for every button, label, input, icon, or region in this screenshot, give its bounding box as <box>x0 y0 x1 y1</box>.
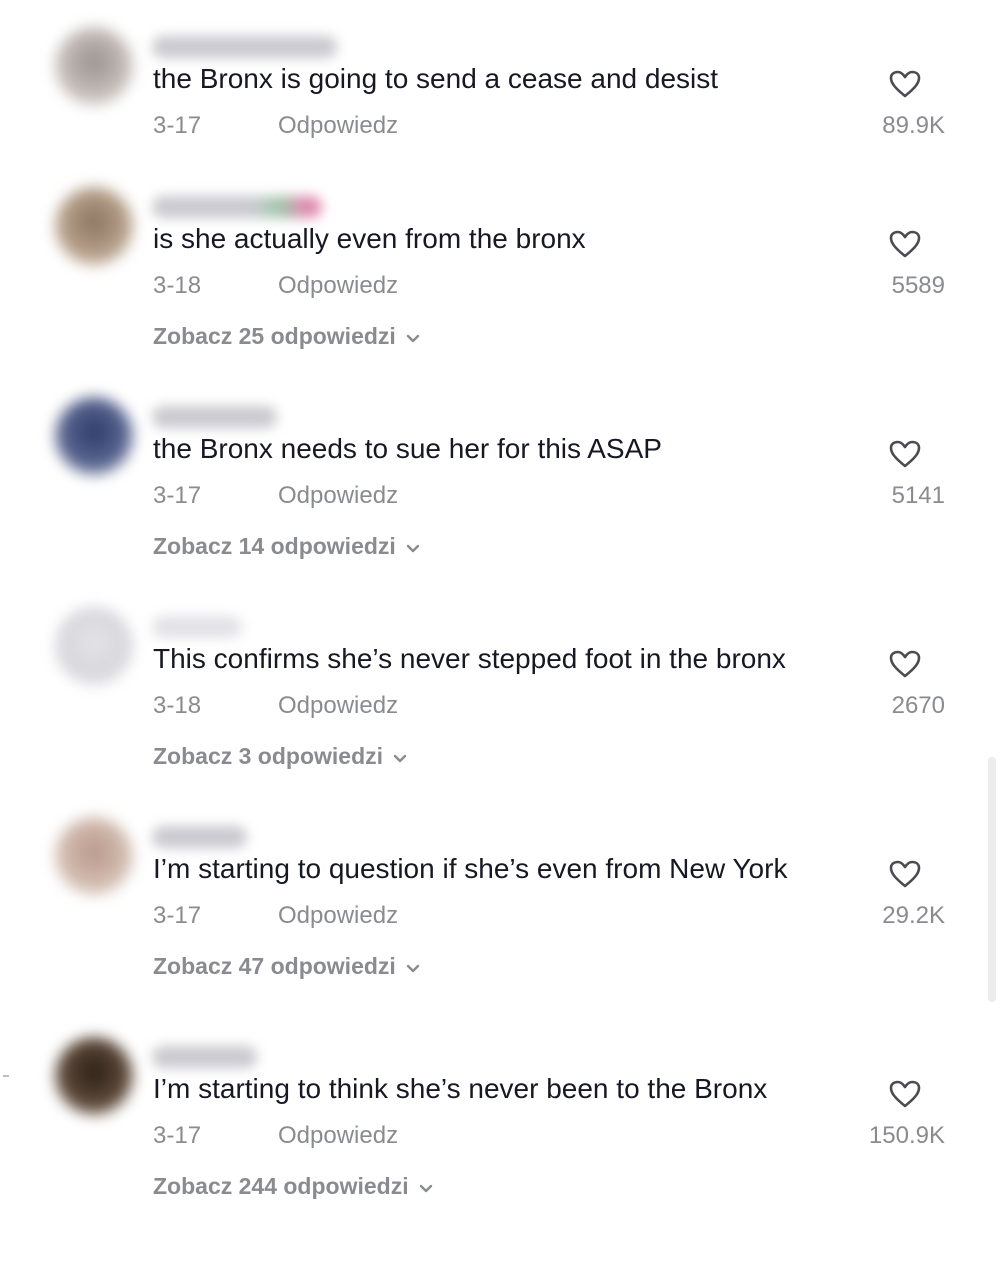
avatar[interactable] <box>55 1037 133 1115</box>
view-replies-button[interactable]: Zobacz 244 odpowiedzi <box>153 1171 433 1201</box>
like-count: 5589 <box>891 272 945 299</box>
reply-button[interactable]: Odpowiedz <box>278 691 398 721</box>
like-button[interactable] <box>886 857 924 891</box>
reply-button[interactable]: Odpowiedz <box>278 271 398 301</box>
chevron-down-icon <box>419 1171 433 1201</box>
comment-item: is she actually even from the bronx 3-18… <box>0 187 1000 417</box>
chevron-down-icon <box>406 951 420 981</box>
like-count: 29.2K <box>882 902 945 929</box>
username-redacted[interactable] <box>152 616 242 638</box>
scrollbar[interactable] <box>988 757 996 1002</box>
like-count: 150.9K <box>868 1122 945 1149</box>
comment-item: This confirms she’s never stepped foot i… <box>0 607 1000 837</box>
divider <box>3 1075 9 1077</box>
chevron-down-icon <box>393 741 407 771</box>
avatar[interactable] <box>55 27 133 105</box>
comment-text: This confirms she’s never stepped foot i… <box>153 643 786 674</box>
view-replies-button[interactable]: Zobacz 25 odpowiedzi <box>153 321 420 351</box>
comment-date: 3-17 <box>153 112 202 139</box>
heart-outline-icon <box>889 70 921 98</box>
username-redacted[interactable] <box>152 36 337 58</box>
heart-outline-icon <box>889 650 921 678</box>
comment-item: I’m starting to question if she’s even f… <box>0 817 1000 1047</box>
avatar[interactable] <box>55 607 133 685</box>
comment-date: 3-17 <box>153 902 202 929</box>
chevron-down-icon <box>406 321 420 351</box>
comment-date: 3-17 <box>153 1122 202 1149</box>
comment-date: 3-17 <box>153 482 202 509</box>
comment-text: the Bronx needs to sue her for this ASAP <box>153 433 662 464</box>
view-replies-button[interactable]: Zobacz 14 odpowiedzi <box>153 531 420 561</box>
like-count: 5141 <box>891 482 945 509</box>
comment-date: 3-18 <box>153 692 202 719</box>
view-replies-label: Zobacz 47 odpowiedzi <box>153 953 396 979</box>
view-replies-label: Zobacz 244 odpowiedzi <box>153 1173 409 1199</box>
like-button[interactable] <box>886 67 924 101</box>
username-redacted[interactable] <box>152 196 322 218</box>
username-redacted[interactable] <box>152 1046 257 1068</box>
comment-text: I’m starting to think she’s never been t… <box>153 1073 768 1104</box>
avatar[interactable] <box>55 397 133 475</box>
reply-button[interactable]: Odpowiedz <box>278 481 398 511</box>
heart-outline-icon <box>889 230 921 258</box>
heart-outline-icon <box>889 440 921 468</box>
like-button[interactable] <box>886 437 924 471</box>
comment-text: I’m starting to question if she’s even f… <box>153 853 788 884</box>
avatar[interactable] <box>55 817 133 895</box>
reply-button[interactable]: Odpowiedz <box>278 111 398 141</box>
like-count: 2670 <box>891 692 945 719</box>
comment-text: is she actually even from the bronx <box>153 223 586 254</box>
reply-button[interactable]: Odpowiedz <box>278 1121 398 1151</box>
like-button[interactable] <box>886 227 924 261</box>
reply-button[interactable]: Odpowiedz <box>278 901 398 931</box>
like-button[interactable] <box>886 647 924 681</box>
view-replies-label: Zobacz 14 odpowiedzi <box>153 533 396 559</box>
comment-item: I’m starting to think she’s never been t… <box>0 1037 1000 1267</box>
like-button[interactable] <box>886 1077 924 1111</box>
avatar[interactable] <box>55 187 133 265</box>
heart-outline-icon <box>889 860 921 888</box>
view-replies-button[interactable]: Zobacz 3 odpowiedzi <box>153 741 407 771</box>
comment-item: the Bronx needs to sue her for this ASAP… <box>0 397 1000 627</box>
comment-text: the Bronx is going to send a cease and d… <box>153 63 719 94</box>
comment-date: 3-18 <box>153 272 202 299</box>
username-redacted[interactable] <box>152 826 247 848</box>
username-redacted[interactable] <box>152 406 277 428</box>
view-replies-button[interactable]: Zobacz 47 odpowiedzi <box>153 951 420 981</box>
chevron-down-icon <box>406 531 420 561</box>
view-replies-label: Zobacz 25 odpowiedzi <box>153 323 396 349</box>
like-count: 89.9K <box>882 112 945 139</box>
heart-outline-icon <box>889 1080 921 1108</box>
view-replies-label: Zobacz 3 odpowiedzi <box>153 743 384 769</box>
